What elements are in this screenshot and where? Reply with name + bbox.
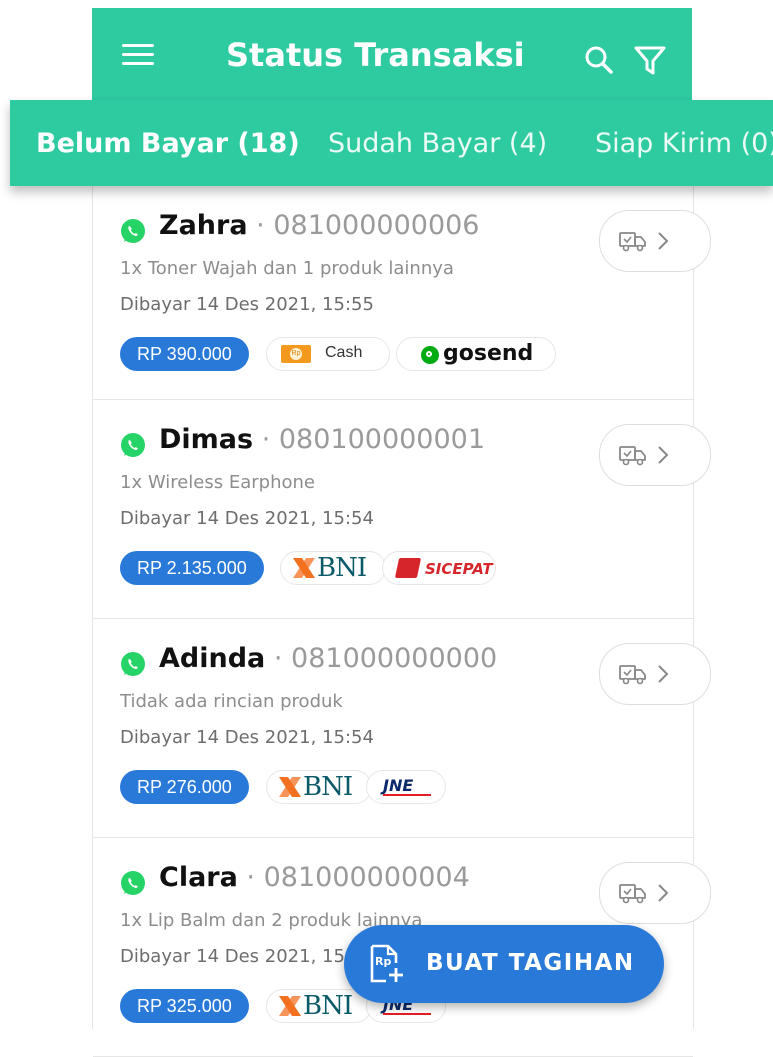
separator: · (256, 210, 265, 241)
courier-chip-jne: JNE (366, 770, 446, 804)
bni-logo-icon (279, 996, 301, 1016)
customer-line: Clara · 081000000004 (159, 862, 470, 893)
product-summary: Tidak ada rincian produk (120, 691, 343, 712)
paid-date: Dibayar 14 Des 2021, 15:54 (120, 727, 374, 748)
ship-button[interactable] (599, 862, 711, 924)
payment-label: BNI (317, 553, 367, 583)
whatsapp-icon[interactable] (119, 869, 147, 897)
create-invoice-button[interactable]: Rp BUAT TAGIHAN (344, 925, 664, 1003)
payment-label: BNI (303, 772, 353, 802)
payment-chip-bni: BNI (280, 551, 386, 585)
separator: · (273, 643, 283, 674)
jne-logo-underline (383, 1013, 431, 1015)
customer-name: Dimas (159, 424, 254, 455)
filter-icon[interactable] (632, 42, 668, 78)
transaction-card[interactable]: Adinda · 081000000000 Tidak ada rincian … (93, 619, 711, 838)
truck-icon (619, 665, 646, 685)
payment-chip-bni: BNI (266, 770, 372, 804)
search-icon[interactable] (582, 43, 616, 77)
customer-line: Adinda · 081000000000 (159, 643, 497, 674)
sicepat-logo-icon (394, 558, 422, 578)
paid-date: Dibayar 14 Des 2021, 15:55 (120, 294, 374, 315)
payment-chip-cash: Rp Cash (266, 337, 390, 371)
whatsapp-icon[interactable] (119, 650, 147, 678)
product-summary: 1x Toner Wajah dan 1 produk lainnya (120, 258, 454, 279)
svg-text:Rp: Rp (375, 955, 391, 968)
price-badge: RP 276.000 (120, 770, 249, 804)
add-invoice-icon: Rp (370, 944, 403, 983)
customer-phone: 081000000006 (273, 210, 480, 241)
payment-label: Cash (325, 344, 363, 361)
ship-button[interactable] (599, 210, 711, 272)
price-badge: RP 390.000 (120, 337, 249, 371)
product-summary: 1x Wireless Earphone (120, 472, 315, 493)
gosend-logo-icon (421, 346, 439, 364)
whatsapp-icon[interactable] (119, 217, 147, 245)
page-title: Status Transaksi (226, 36, 525, 74)
payment-chip-bni: BNI (266, 989, 372, 1023)
bni-logo-icon (293, 558, 315, 578)
ship-button[interactable] (599, 643, 711, 705)
customer-phone: 081000000004 (263, 862, 470, 893)
customer-name: Zahra (159, 210, 248, 241)
truck-icon (619, 884, 646, 904)
customer-name: Clara (159, 862, 238, 893)
courier-label: JNE (383, 776, 414, 795)
app-bar: Status Transaksi (92, 8, 692, 108)
customer-phone: 081000000000 (291, 643, 498, 674)
tab-belum-bayar[interactable]: Belum Bayar (18) (36, 128, 300, 159)
customer-line: Zahra · 081000000006 (159, 210, 479, 241)
truck-icon (619, 232, 646, 252)
cash-icon: Rp (281, 345, 311, 363)
transaction-card[interactable]: Dimas · 080100000001 1x Wireless Earphon… (93, 400, 711, 619)
chevron-right-icon (658, 232, 669, 250)
courier-chip-sicepat: SICEPAT (382, 551, 496, 585)
paid-date: Dibayar 14 Des 2021, 15:54 (120, 946, 374, 967)
tab-siap-kirim[interactable]: Siap Kirim (0) (595, 128, 773, 159)
tab-sudah-bayar[interactable]: Sudah Bayar (4) (328, 128, 547, 159)
courier-label: SICEPAT (425, 560, 493, 578)
status-tabs: Belum Bayar (18) Sudah Bayar (4) Siap Ki… (10, 100, 773, 186)
customer-name: Adinda (159, 643, 266, 674)
chevron-right-icon (658, 884, 669, 902)
courier-chip-gosend: gosend (396, 337, 556, 371)
customer-phone: 080100000001 (278, 424, 486, 455)
separator: · (246, 862, 256, 893)
ship-button[interactable] (599, 424, 711, 486)
price-badge: RP 2.135.000 (120, 551, 264, 585)
paid-date: Dibayar 14 Des 2021, 15:54 (120, 508, 374, 529)
chevron-right-icon (658, 665, 669, 683)
payment-label: BNI (303, 991, 353, 1021)
whatsapp-icon[interactable] (119, 431, 147, 459)
transaction-card[interactable]: Zahra · 081000000006 1x Toner Wajah dan … (93, 186, 711, 400)
transaction-list: Zahra · 081000000006 1x Toner Wajah dan … (92, 186, 711, 1057)
price-badge: RP 325.000 (120, 989, 249, 1023)
separator: · (261, 424, 271, 455)
chevron-right-icon (658, 446, 669, 464)
menu-icon[interactable] (122, 44, 154, 70)
create-invoice-label: BUAT TAGIHAN (426, 950, 635, 976)
bni-logo-icon (279, 777, 301, 797)
jne-logo-underline (383, 794, 431, 796)
customer-line: Dimas · 080100000001 (159, 424, 485, 455)
courier-label: gosend (443, 341, 534, 366)
truck-icon (619, 446, 646, 466)
